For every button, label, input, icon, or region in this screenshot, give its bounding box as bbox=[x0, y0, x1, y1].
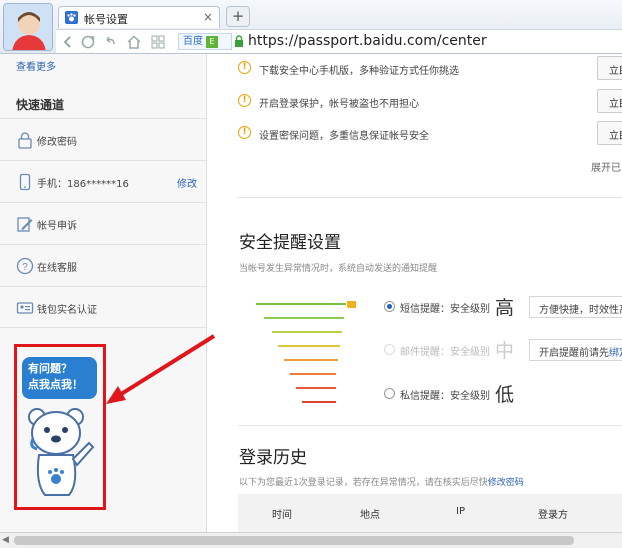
help-bubble: 有问题？ 点我点我！ bbox=[22, 357, 97, 399]
column-header-time: 时间 bbox=[272, 510, 292, 521]
warning-icon: ! bbox=[238, 126, 251, 139]
message-alert-radio[interactable] bbox=[384, 388, 395, 399]
column-header-ip: IP bbox=[456, 506, 465, 517]
horizontal-scrollbar[interactable]: ◀ bbox=[0, 532, 622, 548]
login-history-subtitle-text: 以下为您最近1次登录记录，若存在异常情况，请在核实后尽快 bbox=[239, 478, 488, 488]
scrollbar-thumb[interactable] bbox=[14, 536, 574, 545]
security-tip-row: ! 下载安全中心手机版，多种验证方式任你挑选 立即 bbox=[238, 56, 622, 80]
warning-icon: ! bbox=[238, 61, 251, 74]
sms-alert-label: 短信提醒：安全级别 bbox=[400, 304, 490, 315]
sidebar: 查看更多 快速通道 修改密码 手机：186******16 修改 帐号申诉 ? … bbox=[0, 54, 207, 532]
message-alert-level: 低 bbox=[495, 384, 515, 406]
sidebar-item-phone: 手机：186******16 修改 bbox=[0, 160, 207, 202]
modify-phone-link[interactable]: 修改 bbox=[177, 175, 197, 190]
warning-icon: ! bbox=[238, 94, 251, 107]
url-field[interactable]: https://passport.baidu.com/center bbox=[248, 33, 487, 49]
main-content: ! 下载安全中心手机版，多种验证方式任你挑选 立即 ! 开启登录保护，帐号被盗也… bbox=[208, 54, 622, 532]
sms-alert-level: 高 bbox=[495, 297, 515, 319]
edit-icon bbox=[17, 217, 33, 232]
phone-icon bbox=[19, 173, 31, 191]
undo-icon[interactable] bbox=[102, 34, 118, 50]
home-icon[interactable] bbox=[126, 34, 142, 50]
security-tip-text: 下载安全中心手机版，多种验证方式任你挑选 bbox=[259, 66, 459, 77]
email-alert-radio[interactable] bbox=[384, 344, 395, 355]
tab-account-settings[interactable]: 帐号设置 × bbox=[58, 6, 220, 28]
sidebar-item-wallet-verification[interactable]: 钱包实名认证 bbox=[0, 286, 207, 328]
baidu-badge-mark: E bbox=[206, 36, 218, 48]
enable-now-button[interactable]: 立即 bbox=[597, 89, 622, 113]
svg-text:?: ? bbox=[22, 262, 28, 273]
new-tab-button[interactable]: + bbox=[226, 6, 250, 27]
sidebar-item-label: 修改密码 bbox=[37, 137, 77, 148]
quick-access-title: 快速通道 bbox=[16, 98, 65, 112]
paw-favicon-icon bbox=[65, 11, 78, 24]
sms-alert-radio[interactable] bbox=[384, 301, 395, 312]
view-more-link[interactable]: 查看更多 bbox=[16, 58, 56, 73]
email-alert-option[interactable]: 邮件提醒：安全级别 中 开启提醒前请先绑定 bbox=[384, 339, 622, 363]
id-card-icon bbox=[16, 302, 34, 314]
baidu-badge[interactable]: 百度 E bbox=[178, 33, 232, 50]
message-alert-label: 私信提醒：安全级别 bbox=[400, 391, 490, 402]
security-tip-text: 设置密保问题，多重信息保证帐号安全 bbox=[259, 131, 429, 142]
email-alert-label: 邮件提醒：安全级别 bbox=[400, 347, 490, 358]
sidebar-item-label: 在线客服 bbox=[37, 263, 77, 274]
back-arrow-icon[interactable] bbox=[60, 34, 76, 50]
column-header-login-method: 登录方 bbox=[538, 510, 568, 521]
tab-title: 帐号设置 bbox=[84, 13, 128, 26]
baidu-badge-label: 百度 bbox=[183, 36, 203, 47]
alert-settings-title: 安全提醒设置 bbox=[239, 233, 341, 253]
expand-link[interactable]: 展开已 bbox=[591, 159, 621, 174]
security-tip-text: 开启登录保护，帐号被盗也不用担心 bbox=[259, 99, 419, 110]
sidebar-item-change-password[interactable]: 修改密码 bbox=[0, 118, 207, 160]
login-history-title: 登录历史 bbox=[239, 448, 307, 468]
sms-alert-option[interactable]: 短信提醒：安全级别 高 方便快捷，时效性高 bbox=[384, 296, 622, 320]
sidebar-item-label: 钱包实名认证 bbox=[37, 305, 97, 316]
address-bar-row: 百度 E https://passport.baidu.com/center bbox=[56, 29, 622, 53]
email-alert-tip-text: 开启提醒前请先 bbox=[539, 348, 609, 359]
sidebar-item-online-support[interactable]: ? 在线客服 bbox=[0, 244, 207, 286]
sms-alert-tip: 方便快捷，时效性高 bbox=[529, 296, 622, 318]
enable-now-button[interactable]: 立即 bbox=[597, 56, 622, 80]
question-icon: ? bbox=[16, 257, 34, 275]
sidebar-item-label: 帐号申诉 bbox=[37, 221, 77, 232]
help-widget[interactable]: 有问题？ 点我点我！ bbox=[14, 344, 106, 510]
help-line-1: 有问题？ bbox=[28, 362, 72, 375]
avatar-icon bbox=[4, 4, 52, 50]
scroll-left-icon[interactable]: ◀ bbox=[2, 535, 9, 545]
section-divider bbox=[238, 425, 622, 426]
bind-email-link[interactable]: 绑定 bbox=[609, 348, 622, 359]
secure-lock-icon bbox=[235, 35, 243, 47]
help-line-2: 点我点我！ bbox=[28, 378, 83, 391]
sidebar-item-appeal[interactable]: 帐号申诉 bbox=[0, 202, 207, 244]
browser-toolbar: 帐号设置 × + 百度 E https://passport.baidu.com/… bbox=[0, 0, 622, 54]
bear-mascot-icon bbox=[28, 408, 95, 496]
lock-icon bbox=[18, 132, 32, 149]
tab-close-icon[interactable]: × bbox=[203, 10, 213, 24]
enable-now-button[interactable]: 立即 bbox=[597, 121, 622, 145]
grid-icon[interactable] bbox=[150, 34, 166, 50]
change-password-link[interactable]: 修改密码 bbox=[488, 478, 524, 488]
alert-settings-subtitle: 当帐号发生异常情况时，系统自动发送的通知提醒 bbox=[239, 264, 438, 274]
sidebar-item-label: 手机：186******16 bbox=[37, 179, 129, 190]
security-tip-row: ! 开启登录保护，帐号被盗也不用担心 立即 bbox=[238, 89, 622, 113]
login-history-table-header: 时间 地点 IP 登录方 bbox=[238, 494, 622, 532]
section-divider bbox=[238, 197, 622, 198]
email-alert-level: 中 bbox=[495, 340, 515, 362]
login-history-subtitle: 以下为您最近1次登录记录，若存在异常情况，请在核实后尽快修改密码 bbox=[239, 475, 524, 488]
message-alert-option[interactable]: 私信提醒：安全级别 低 bbox=[384, 383, 622, 407]
user-avatar[interactable] bbox=[3, 3, 53, 51]
refresh-icon[interactable] bbox=[80, 34, 96, 50]
browser-window: 帐号设置 × + 百度 E https://passport.baidu.com/… bbox=[0, 0, 622, 548]
security-tip-row: ! 设置密保问题，多重信息保证帐号安全 立即 bbox=[238, 121, 622, 145]
column-header-location: 地点 bbox=[360, 510, 380, 521]
email-alert-tip: 开启提醒前请先绑定 bbox=[529, 339, 622, 361]
security-level-graphic bbox=[256, 301, 356, 403]
